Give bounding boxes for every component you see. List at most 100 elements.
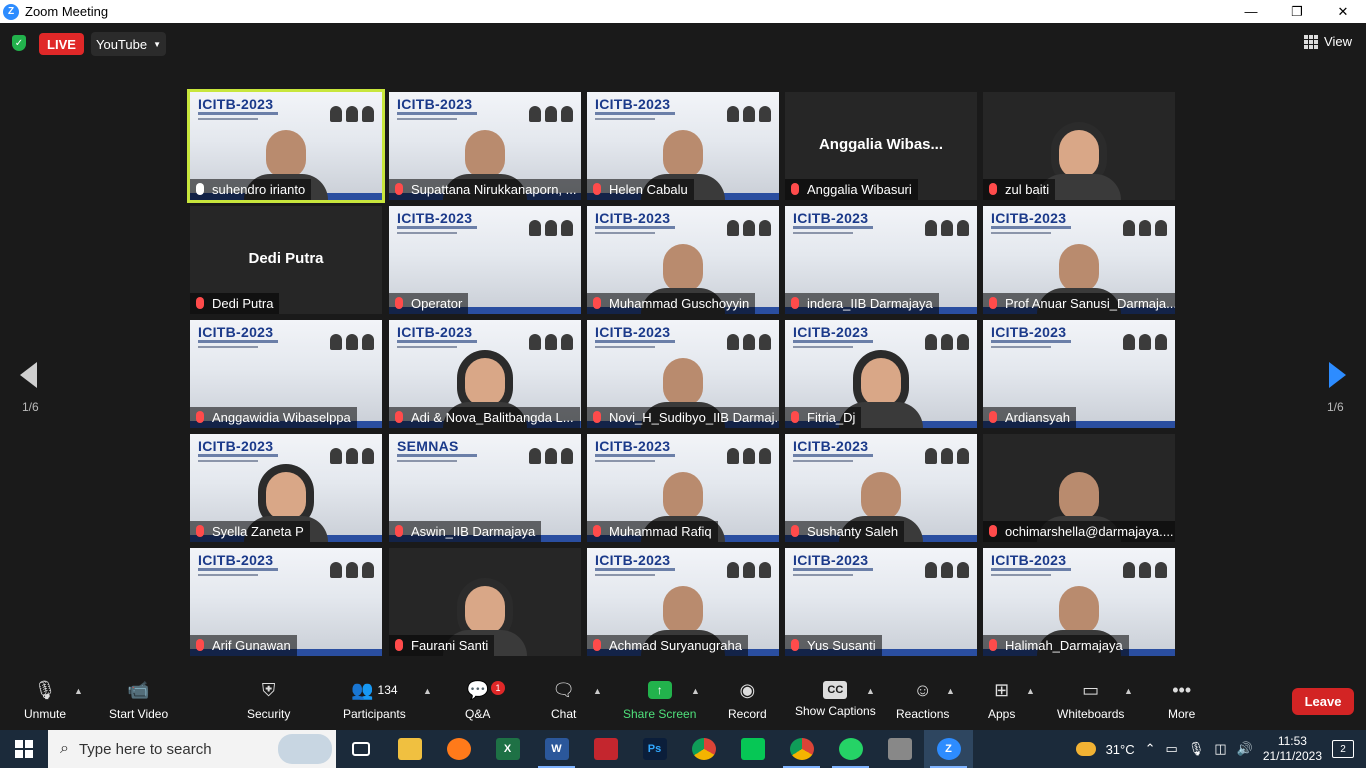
poster-text-line — [397, 226, 477, 229]
mic-muted-icon — [791, 297, 799, 309]
weather-icon[interactable] — [1075, 742, 1096, 756]
participant-tile[interactable]: Faurani Santi — [389, 548, 581, 656]
gallery-view: ICITB-2023 suhendro irianto ICITB-2023 Supa… — [0, 65, 1366, 672]
reactions-caret-icon[interactable]: ▲ — [946, 686, 955, 696]
snipping-tool-button[interactable] — [581, 730, 630, 768]
previous-page-arrow-icon[interactable] — [20, 362, 37, 388]
minimize-button[interactable]: — — [1228, 0, 1274, 23]
participant-tile[interactable]: ICITB-2023 Halimah_Darmajaya — [983, 548, 1175, 656]
participant-tile[interactable]: ochimarshella@darmajaya.... — [983, 434, 1175, 542]
zoom-button[interactable]: Z — [924, 730, 973, 768]
participant-tile[interactable]: Dedi Putra Dedi Putra — [190, 206, 382, 314]
participant-tile[interactable]: ICITB-2023 Novi_H_Sudibyo_IIB Darmaj... — [587, 320, 779, 428]
view-button[interactable]: View — [1304, 34, 1352, 49]
stream-target-dropdown[interactable]: YouTube ▼ — [91, 32, 166, 56]
participant-tile[interactable]: Anggalia Wibas... Anggalia Wibasuri — [785, 92, 977, 200]
apps-caret-icon[interactable]: ▲ — [1026, 686, 1035, 696]
notification-center-icon[interactable]: 2 — [1332, 740, 1354, 758]
poster-text-line — [198, 454, 278, 457]
firefox-button[interactable] — [434, 730, 483, 768]
mic-muted-icon — [196, 639, 204, 651]
poster-text-line — [793, 454, 873, 457]
leave-button[interactable]: Leave — [1292, 688, 1354, 715]
temperature[interactable]: 31°C — [1106, 742, 1135, 757]
chrome-button[interactable] — [679, 730, 728, 768]
media-app-button[interactable] — [875, 730, 924, 768]
excel-button[interactable]: X — [483, 730, 532, 768]
participant-tile[interactable]: ICITB-2023 Arif Gunawan — [190, 548, 382, 656]
participant-tile[interactable]: ICITB-2023 Prof Anuar Sanusi_Darmaja... — [983, 206, 1175, 314]
participant-tile[interactable]: ICITB-2023 Operator — [389, 206, 581, 314]
microphone-icon[interactable]: 🎙 — [1188, 741, 1205, 757]
participant-tile[interactable]: ICITB-2023 Fitria_Dj — [785, 320, 977, 428]
photoshop-button[interactable]: Ps — [630, 730, 679, 768]
whatsapp-button[interactable] — [826, 730, 875, 768]
participant-tile[interactable]: ICITB-2023 Supattana Nirukkanaporn, ... — [389, 92, 581, 200]
start-video-button[interactable]: 📹 Start Video — [109, 678, 168, 722]
security-button[interactable]: ⛨ Security — [247, 678, 290, 722]
participant-tile[interactable]: ICITB-2023 Sushanty Saleh — [785, 434, 977, 542]
share-caret-icon[interactable]: ▲ — [691, 686, 700, 696]
share-screen-label: Share Screen — [623, 707, 697, 721]
participant-name: Anggalia Wibasuri — [807, 182, 912, 197]
participant-tile[interactable]: ICITB-2023 suhendro irianto — [187, 89, 385, 203]
poster-speaker-photos — [925, 334, 969, 350]
unmute-button[interactable]: 🎙 Unmute — [24, 678, 66, 722]
chrome-profile-button[interactable] — [777, 730, 826, 768]
speaker-photo — [561, 334, 573, 350]
participant-tile[interactable]: ICITB-2023 Ardiansyah — [983, 320, 1175, 428]
wifi-icon[interactable]: ◫ — [1214, 741, 1226, 757]
chat-caret-icon[interactable]: ▲ — [593, 686, 602, 696]
file-explorer-button[interactable] — [385, 730, 434, 768]
participant-tile[interactable]: zul baiti — [983, 92, 1175, 200]
line-button[interactable] — [728, 730, 777, 768]
qa-button[interactable]: 💬 1 Q&A — [465, 678, 505, 721]
poster-logo: ICITB-2023 — [397, 324, 473, 340]
poster-speaker-photos — [1123, 334, 1167, 350]
participant-tile[interactable]: ICITB-2023 Yus Susanti — [785, 548, 977, 656]
captions-icon: CC — [823, 681, 848, 699]
poster-speaker-photos — [330, 448, 374, 464]
reactions-button[interactable]: ☺ Reactions — [896, 678, 949, 722]
encryption-shield-icon[interactable]: ✓ — [12, 35, 26, 51]
chat-button[interactable]: 🗨 Chat — [551, 678, 576, 722]
participant-tile[interactable]: ICITB-2023 Helen Cabalu — [587, 92, 779, 200]
apps-button[interactable]: ⊞ Apps — [988, 678, 1015, 722]
more-button[interactable]: ••• More — [1168, 678, 1195, 722]
start-button[interactable] — [0, 730, 48, 768]
show-captions-button[interactable]: CC Show Captions — [795, 678, 876, 718]
participants-caret-icon[interactable]: ▲ — [423, 686, 432, 696]
close-button[interactable]: ✕ — [1320, 0, 1366, 23]
maximize-button[interactable]: ❐ — [1274, 0, 1320, 23]
speaker-photo — [362, 448, 374, 464]
live-badge[interactable]: LIVE — [39, 33, 84, 55]
participant-tile[interactable]: ICITB-2023 Achmad Suryanugraha — [587, 548, 779, 656]
chevron-up-icon[interactable]: ⌃ — [1145, 741, 1156, 757]
participant-tile[interactable]: ICITB-2023 Anggawidia Wibaselppa — [190, 320, 382, 428]
participant-name-label: Ardiansyah — [983, 407, 1077, 428]
whiteboards-caret-icon[interactable]: ▲ — [1124, 686, 1133, 696]
participant-tile[interactable]: ICITB-2023 indera_IIB Darmajaya — [785, 206, 977, 314]
mic-active-icon — [196, 183, 204, 195]
participant-tile[interactable]: ICITB-2023 Muhammad Guschoyyin — [587, 206, 779, 314]
volume-icon[interactable]: 🔊 — [1237, 741, 1253, 757]
audio-options-caret-icon[interactable]: ▲ — [74, 686, 83, 696]
participant-tile[interactable]: ICITB-2023 Adi & Nova_Balitbangda L... — [389, 320, 581, 428]
participant-tile[interactable]: ICITB-2023 Muhammad Rafiq — [587, 434, 779, 542]
task-view-button[interactable] — [336, 730, 385, 768]
record-button[interactable]: ◉ Record — [728, 678, 767, 722]
clock[interactable]: 11:53 21/11/2023 — [1263, 734, 1322, 764]
network-icon[interactable]: ▭ — [1166, 741, 1178, 757]
participant-tile[interactable]: ICITB-2023 Syella Zaneta P — [190, 434, 382, 542]
poster-text-line — [991, 574, 1051, 576]
search-icon: ⌕ — [60, 740, 69, 757]
share-screen-button[interactable]: ↑ Share Screen — [623, 678, 696, 721]
next-page-arrow-icon[interactable] — [1329, 362, 1346, 388]
taskbar-search[interactable]: ⌕ Type here to search — [48, 730, 336, 768]
whiteboards-button[interactable]: ▭ Whiteboards — [1057, 678, 1124, 722]
participants-button[interactable]: 👥 134 Participants — [343, 678, 406, 722]
word-button[interactable]: W — [532, 730, 581, 768]
participant-tile[interactable]: SEMNAS Aswin_IIB Darmajaya — [389, 434, 581, 542]
participant-name: Adi & Nova_Balitbangda L... — [411, 410, 574, 425]
captions-caret-icon[interactable]: ▲ — [866, 686, 875, 696]
